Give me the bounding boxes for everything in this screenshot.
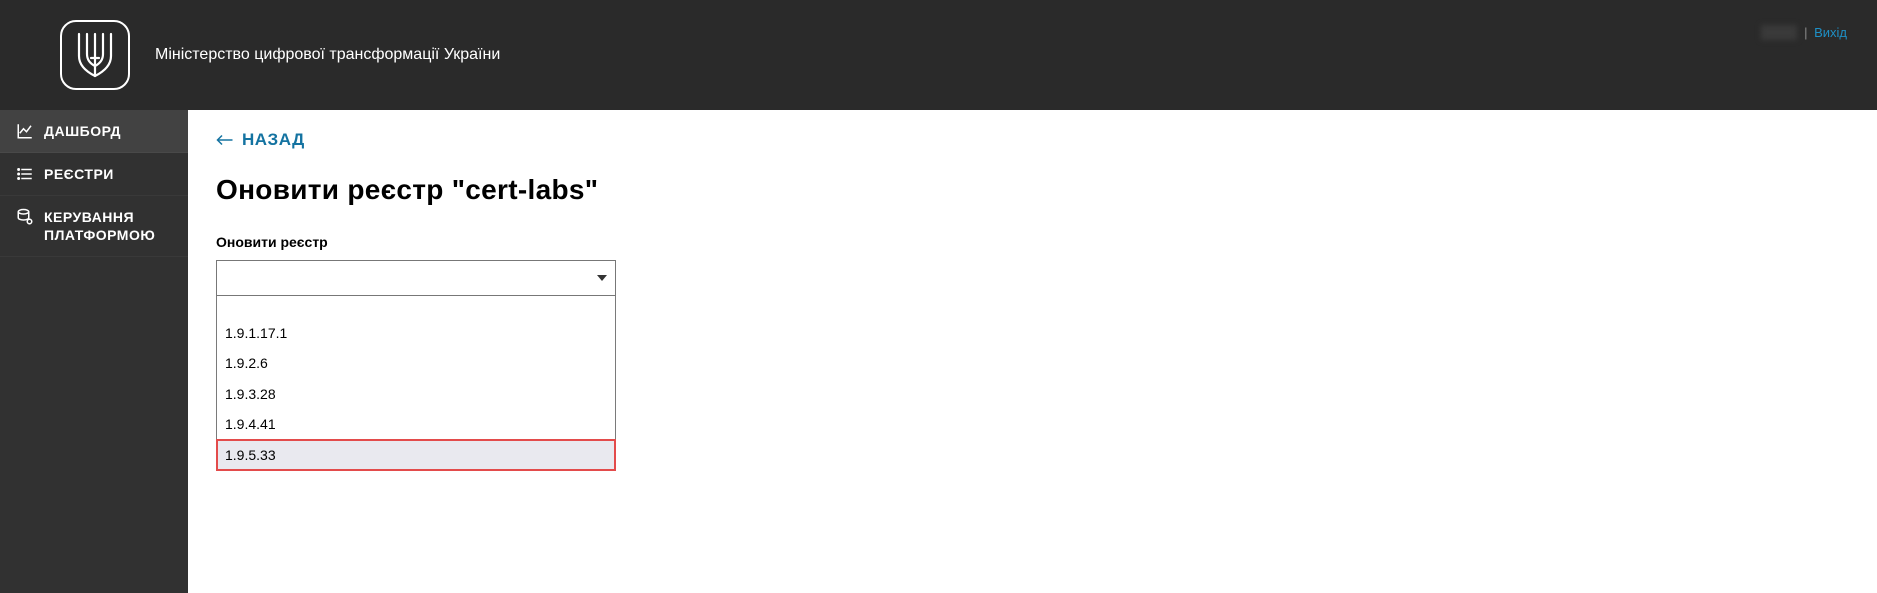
user-name (1761, 25, 1798, 40)
logo-section: Міністерство цифрової трансформації Укра… (60, 20, 500, 90)
version-option[interactable]: 1.9.2.6 (217, 348, 615, 378)
sidebar-item-dashboard[interactable]: ДАШБОРД (0, 110, 188, 153)
org-title: Міністерство цифрової трансформації Укра… (155, 46, 500, 64)
main-content: НАЗАД Оновити реєстр "cert-labs" Оновити… (188, 110, 1877, 593)
version-option[interactable]: 1.9.1.17.1 (217, 318, 615, 348)
app-header: Міністерство цифрової трансформації Укра… (0, 0, 1877, 110)
version-option[interactable] (217, 296, 615, 318)
version-option[interactable]: 1.9.3.28 (217, 379, 615, 409)
sidebar-item-label: РЕЄСТРИ (44, 166, 114, 182)
database-gear-icon (16, 208, 34, 226)
arrow-left-icon (216, 133, 234, 147)
sidebar: ДАШБОРД РЕЄСТРИ КЕРУВАННЯ ПЛАТФОРМОЮ (0, 110, 188, 593)
update-registry-form: Оновити реєстр 1.9.1.17.11.9.2.61.9.3.28… (216, 220, 626, 471)
back-label: НАЗАД (242, 130, 305, 150)
header-user-area: | Вихід (1761, 25, 1847, 40)
app-logo (60, 20, 130, 90)
sidebar-item-label: КЕРУВАННЯ ПЛАТФОРМОЮ (44, 208, 172, 244)
chart-line-icon (16, 122, 34, 140)
version-select[interactable] (216, 260, 616, 296)
sidebar-item-platform-management[interactable]: КЕРУВАННЯ ПЛАТФОРМОЮ (0, 196, 188, 257)
sidebar-item-label: ДАШБОРД (44, 123, 121, 139)
chevron-down-icon (597, 275, 607, 281)
page-title: Оновити реєстр "cert-labs" (216, 174, 1849, 206)
logout-link[interactable]: Вихід (1814, 25, 1847, 40)
sidebar-item-registries[interactable]: РЕЄСТРИ (0, 153, 188, 196)
version-field-label: Оновити реєстр (216, 234, 626, 250)
divider: | (1804, 25, 1807, 40)
back-link[interactable]: НАЗАД (216, 130, 305, 150)
version-option[interactable]: 1.9.5.33 (217, 440, 615, 470)
version-option[interactable]: 1.9.4.41 (217, 409, 615, 439)
trident-icon (74, 30, 116, 80)
list-icon (16, 165, 34, 183)
version-dropdown: 1.9.1.17.11.9.2.61.9.3.281.9.4.411.9.5.3… (216, 295, 616, 471)
